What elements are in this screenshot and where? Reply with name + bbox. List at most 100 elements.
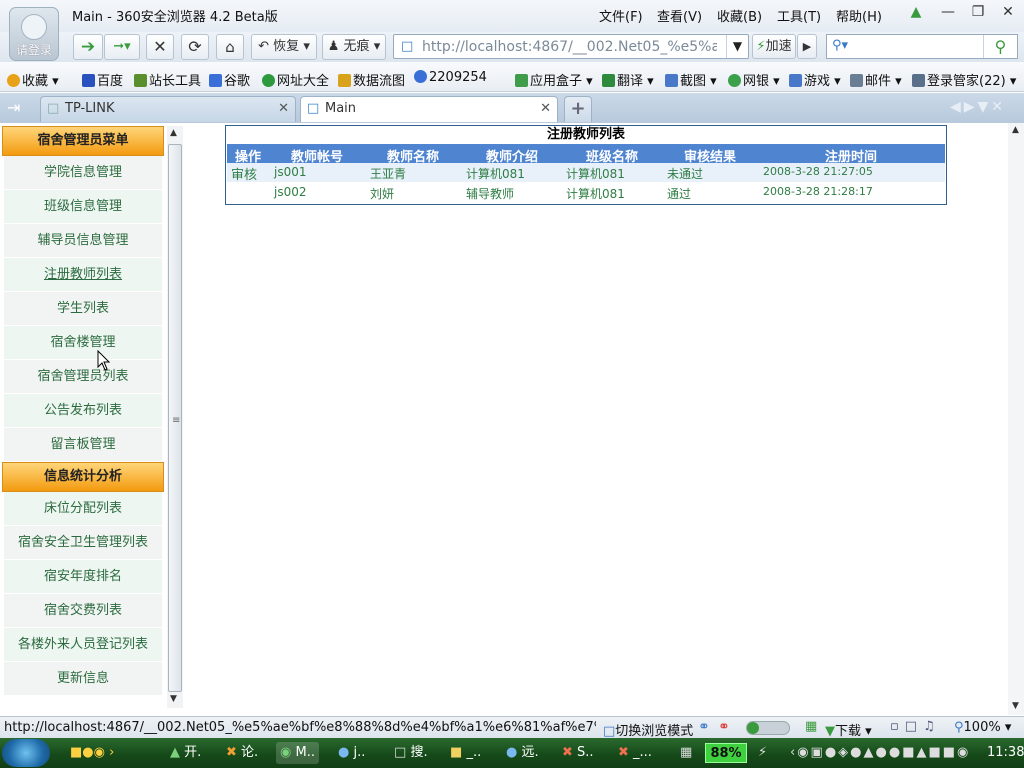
menu-favorites[interactable]: 收藏(B) (717, 6, 762, 25)
keyboard-icon[interactable]: ▦ (680, 742, 692, 764)
toggle-switch[interactable] (746, 721, 790, 735)
new-tab-button[interactable]: + (564, 96, 592, 122)
login-avatar[interactable]: 请登录 (9, 7, 59, 61)
sidebar-item-college[interactable]: 学院信息管理 (4, 156, 162, 190)
scrollbar-thumb[interactable]: ≡ (168, 144, 182, 692)
taskbar-item[interactable]: ◉ M.. (276, 742, 319, 764)
notrace-button[interactable]: ♟ 无痕 ▾ (322, 34, 386, 60)
page-scrollbar[interactable]: ▲ ▼ (1008, 123, 1024, 715)
restore-label: 恢复 (273, 39, 300, 54)
tab-tplink[interactable]: □ TP-LINK ✕ (40, 96, 296, 122)
menu-file[interactable]: 文件(F) (599, 6, 643, 25)
scroll-up-icon[interactable]: ▲ (1012, 125, 1019, 135)
restore-window-button[interactable]: ❐ (967, 4, 989, 24)
address-input[interactable]: http://localhost:4867/__002.Net05_%e5%ae… (422, 39, 717, 55)
fav-item[interactable]: 网银 ▾ (728, 70, 780, 89)
sidebar-item-fees[interactable]: 宿舍交费列表 (4, 594, 162, 628)
sidebar-item-messages[interactable]: 留言板管理 (4, 428, 162, 462)
accelerate-button[interactable]: ⚡加速 (752, 34, 796, 59)
home-button[interactable]: ⌂ (216, 34, 244, 60)
search-box[interactable]: ⚲▾ ⚲ (826, 34, 1018, 59)
fav-item[interactable]: 站长工具 (134, 70, 201, 89)
cell-result: 未通过 (667, 167, 704, 181)
sidebar-item-visitors[interactable]: 各楼外来人员登记列表 (4, 628, 162, 662)
plug-icon[interactable]: ⚡ (758, 742, 767, 764)
address-dropdown-icon[interactable]: ▼ (726, 35, 748, 58)
mode-icon[interactable]: ▦ (805, 719, 817, 734)
teacher-table: 注册教师列表 操作 教师帐号 教师名称 教师介绍 班级名称 审核结果 注册时间 … (225, 125, 947, 205)
audit-link[interactable]: 审核 (231, 164, 257, 183)
tab-main[interactable]: □ Main ✕ (300, 96, 558, 122)
cell-time: 2008-3-28 21:27:05 (763, 165, 873, 178)
taskbar-item[interactable]: ▲ 开. (170, 742, 201, 764)
taskbar-label: 论. (241, 745, 259, 760)
sidebar-item-teachers[interactable]: 注册教师列表 (4, 258, 162, 292)
scroll-down-icon[interactable]: ▼ (170, 694, 177, 704)
sidebar-scrollbar[interactable]: ▲ ≡ ▼ (167, 126, 183, 708)
download-label: 下载 (835, 724, 862, 739)
taskbar-item[interactable]: ✖ S.. (562, 742, 594, 764)
tool-icons[interactable]: ▫□♫ (890, 719, 941, 734)
ie-icon[interactable]: ⚭ (698, 719, 710, 735)
sidebar-item-notices[interactable]: 公告发布列表 (4, 394, 162, 428)
fav-item[interactable]: 2209254 (414, 70, 487, 85)
menu-view[interactable]: 查看(V) (657, 6, 702, 25)
quicklaunch-icons[interactable]: ■●◉ › (70, 742, 114, 764)
restore-tab-button[interactable]: ↶ 恢复 ▾ (251, 34, 317, 60)
fav-item[interactable]: 翻译 ▾ (602, 70, 654, 89)
forward-button[interactable]: ➞▾ (104, 34, 140, 60)
address-bar[interactable]: □ http://localhost:4867/__002.Net05_%e5%… (393, 34, 749, 59)
fav-plus-icon (262, 74, 275, 87)
sidebar-item-hygiene[interactable]: 宿舍安全卫生管理列表 (4, 526, 162, 560)
taskbar-item[interactable]: ● 远. (506, 742, 539, 764)
favorites-bar: 收藏 ▾ 百度 站长工具 谷歌 网址大全 数据流图 2209254 应用盒子 ▾… (0, 62, 1024, 92)
stop-button[interactable]: ✕ (146, 34, 174, 60)
fav-item[interactable]: 网址大全 (262, 70, 329, 89)
taskbar-item[interactable]: ✖ 论. (226, 742, 258, 764)
close-tab-icon[interactable]: ✕ (540, 97, 551, 121)
sidebar-item-update[interactable]: 更新信息 (4, 662, 162, 696)
battery-indicator[interactable]: 88% (705, 743, 747, 763)
taskbar-item[interactable]: ■ _.. (450, 742, 481, 764)
taskbar-item[interactable]: ● j.. (338, 742, 365, 764)
taskbar-item[interactable]: □ 搜. (394, 742, 428, 764)
sidebar-toggle-icon[interactable]: ⇥ (7, 98, 20, 117)
taskbar-item[interactable]: ✖ _... (618, 742, 652, 764)
fav-item[interactable]: 收藏 ▾ (7, 70, 59, 89)
fav-item[interactable]: 应用盒子 ▾ (515, 70, 593, 89)
sidebar-item-buildings[interactable]: 宿舍楼管理 (4, 326, 162, 360)
tray-icons[interactable]: ‹◉▣●◈●▲●●■▲■■◉ (790, 742, 970, 764)
sidebar-item-beds[interactable]: 床位分配列表 (4, 492, 162, 526)
search-engine-icon[interactable]: ⚲▾ (832, 38, 848, 53)
fav-item[interactable]: 邮件 ▾ (850, 70, 902, 89)
sidebar-item-ranking[interactable]: 宿安年度排名 (4, 560, 162, 594)
search-icon[interactable]: ⚲ (983, 35, 1017, 58)
fav-item[interactable]: 百度 (82, 70, 123, 89)
minimize-button[interactable]: — (937, 4, 959, 24)
scroll-down-icon[interactable]: ▼ (1012, 701, 1019, 711)
go-button[interactable]: ▶ (797, 34, 817, 59)
fav-item[interactable]: 数据流图 (338, 70, 405, 89)
scroll-up-icon[interactable]: ▲ (170, 128, 177, 138)
zoom-control[interactable]: ⚲100% ▾ (954, 720, 1011, 735)
switch-mode-button[interactable]: □切换浏览模式 (603, 720, 693, 739)
download-button[interactable]: ▼下载 ▾ (825, 720, 872, 739)
fav-item[interactable]: 谷歌 (209, 70, 250, 89)
menu-tools[interactable]: 工具(T) (777, 6, 821, 25)
back-button[interactable]: ➔ (73, 34, 103, 60)
tab-nav-icons[interactable]: ◀▶▼✕ (950, 99, 1006, 115)
sidebar-item-students[interactable]: 学生列表 (4, 292, 162, 326)
fav-item[interactable]: 游戏 ▾ (789, 70, 841, 89)
fav-item[interactable]: 登录管家(22) ▾ (912, 70, 1016, 89)
menu-help[interactable]: 帮助(H) (836, 6, 882, 25)
sidebar-item-counselor[interactable]: 辅导员信息管理 (4, 224, 162, 258)
refresh-button[interactable]: ⟳ (181, 34, 209, 60)
sidebar-item-managers[interactable]: 宿舍管理员列表 (4, 360, 162, 394)
sidebar-item-class[interactable]: 班级信息管理 (4, 190, 162, 224)
close-tab-icon[interactable]: ✕ (278, 97, 289, 121)
start-button[interactable] (2, 739, 50, 767)
skin-icon[interactable]: ▲ (905, 4, 927, 24)
close-window-button[interactable]: ✕ (997, 4, 1019, 24)
fav-item[interactable]: 截图 ▾ (665, 70, 717, 89)
shield-icon[interactable]: ⚭ (718, 719, 730, 735)
